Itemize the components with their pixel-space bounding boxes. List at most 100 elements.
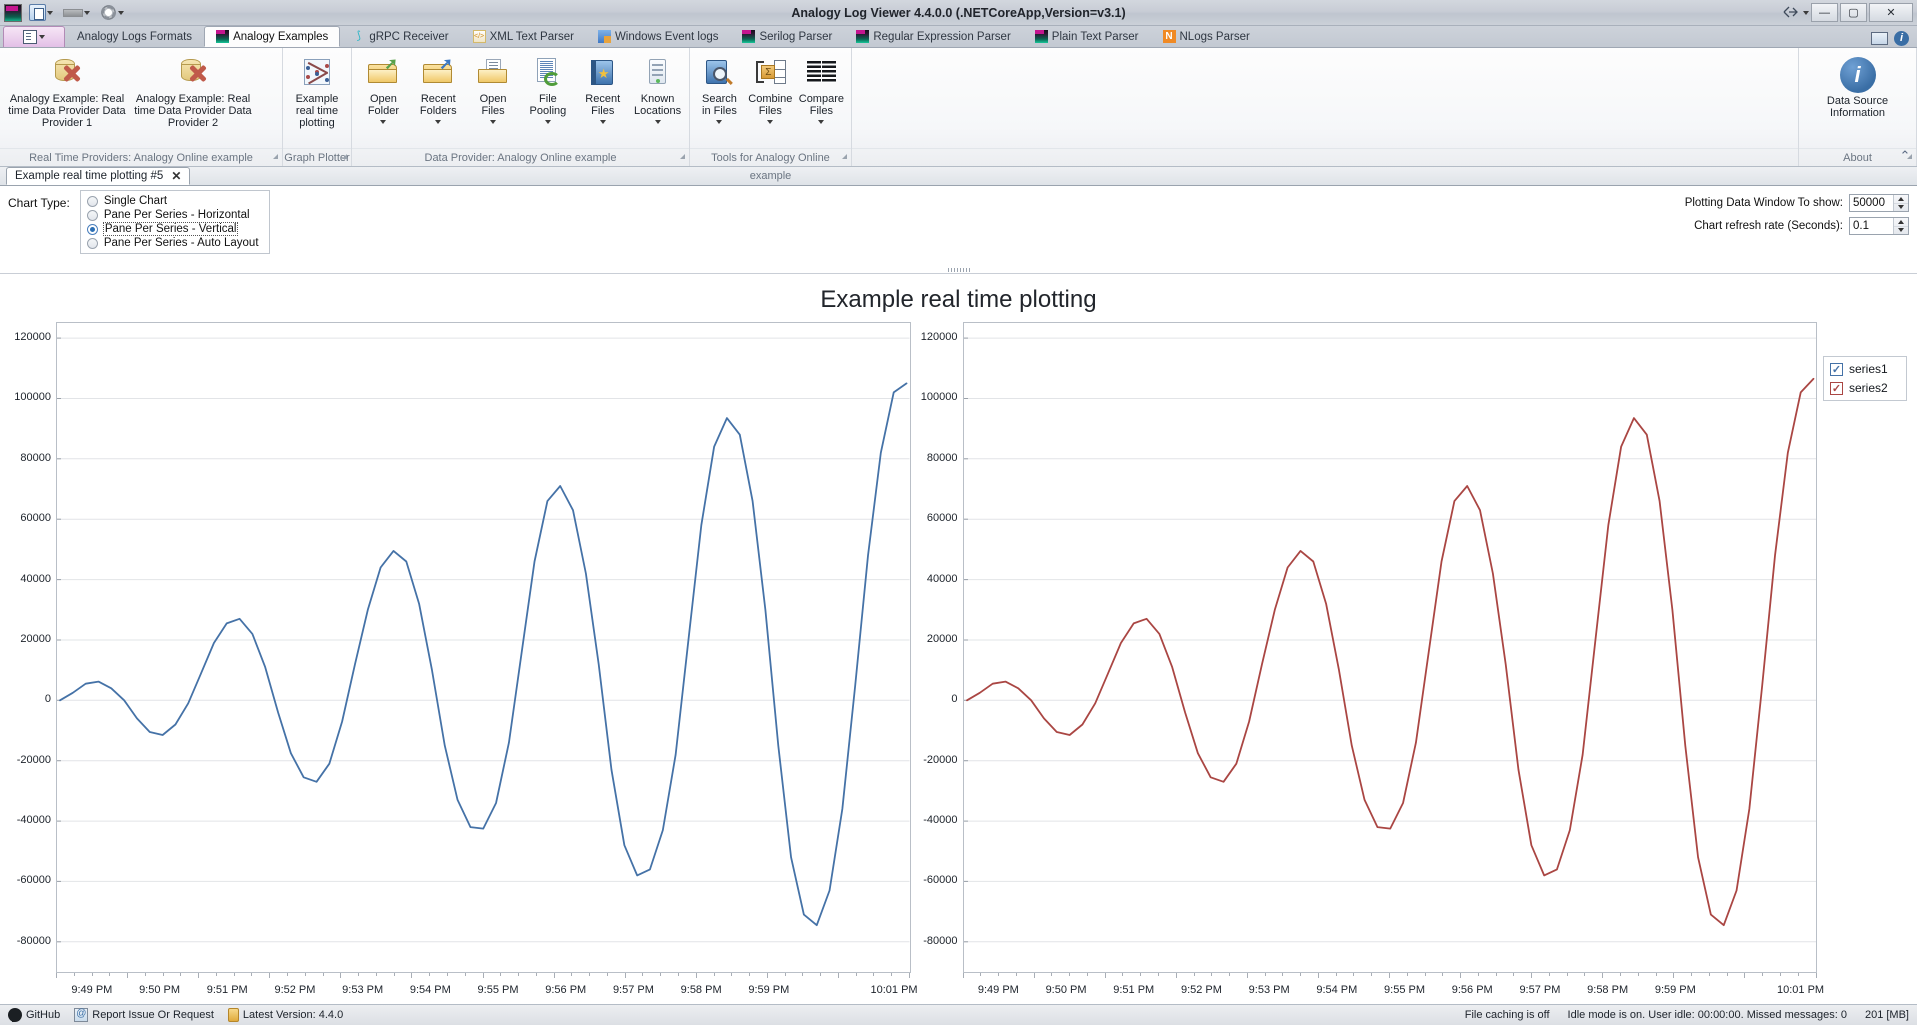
scatter-plot-icon xyxy=(299,57,335,91)
y-axis-tick-label: 60000 xyxy=(20,512,51,524)
x-axis-tick xyxy=(1780,973,1781,976)
refresh-rate-stepper[interactable] xyxy=(1849,217,1909,235)
x-axis-tick xyxy=(447,973,448,976)
ribbon-tab-nlogs-parser[interactable]: N NLogs Parser xyxy=(1151,26,1262,47)
button-real-time-data-provider-2[interactable]: Analogy Example: Real time Data Provider… xyxy=(130,52,256,134)
stepper-up-button[interactable] xyxy=(1894,218,1908,227)
chevron-down-icon[interactable] xyxy=(1803,11,1809,15)
analogy-logo-icon xyxy=(856,30,869,43)
open-files-icon xyxy=(475,57,511,91)
close-button[interactable]: ✕ xyxy=(1869,3,1913,22)
chart-pane-series2: 120000100000800006000040000200000-20000-… xyxy=(911,322,1818,1004)
button-search-in-files[interactable]: Search in Files xyxy=(694,52,745,129)
ribbon-tab-serilog-parser[interactable]: Serilog Parser xyxy=(730,26,844,47)
dialog-launcher-icon[interactable] xyxy=(342,154,347,159)
stepper-down-button[interactable] xyxy=(1894,204,1908,212)
plotting-window-input[interactable] xyxy=(1850,195,1893,211)
ribbon-tab-regular-expression-parser[interactable]: Regular Expression Parser xyxy=(844,26,1022,47)
chevron-down-icon[interactable] xyxy=(716,120,722,124)
new-document-button[interactable] xyxy=(26,2,56,24)
checkbox-icon[interactable]: ✓ xyxy=(1830,363,1843,376)
radio-pane-per-series-vertical[interactable]: Pane Per Series - Vertical xyxy=(87,223,259,235)
ribbon-tab-xml-text-parser[interactable]: </> XML Text Parser xyxy=(461,26,586,47)
refresh-rate-input[interactable] xyxy=(1850,218,1893,234)
document-tab-bar: Example real time plotting #5 ✕ xyxy=(0,167,1917,186)
dialog-launcher-icon[interactable] xyxy=(273,154,278,159)
chevron-down-icon[interactable] xyxy=(818,120,824,124)
button-combine-files[interactable]: Σ Combine Files xyxy=(745,52,796,129)
radio-pane-per-series-auto-layout[interactable]: Pane Per Series - Auto Layout xyxy=(87,237,259,249)
radio-pane-per-series-horizontal[interactable]: Pane Per Series - Horizontal xyxy=(87,209,259,221)
close-icon[interactable]: ✕ xyxy=(171,169,181,183)
button-example-real-time-plotting[interactable]: Example real time plotting xyxy=(287,52,347,134)
ribbon-group-label: Tools for Analogy Online example xyxy=(690,148,851,166)
gear-icon xyxy=(100,4,117,21)
x-axis-tick xyxy=(1087,973,1088,976)
chevron-down-icon[interactable] xyxy=(655,120,661,124)
grid-view-icon[interactable] xyxy=(1871,32,1888,45)
chevron-down-icon[interactable] xyxy=(767,120,773,124)
chevron-down-icon[interactable] xyxy=(600,120,606,124)
help-icon[interactable] xyxy=(1779,4,1801,22)
minimize-button[interactable]: — xyxy=(1811,3,1838,22)
radio-single-chart[interactable]: Single Chart xyxy=(87,195,259,207)
x-axis-tick xyxy=(731,973,732,976)
ribbon-group-label-text: Graph Plotter xyxy=(284,152,349,164)
info-icon[interactable]: i xyxy=(1894,31,1909,46)
button-compare-files[interactable]: Compare Files xyxy=(796,52,847,129)
maximize-button[interactable]: ▢ xyxy=(1840,3,1867,22)
ribbon-tab-analogy-examples[interactable]: Analogy Examples xyxy=(204,26,340,47)
x-axis-tick xyxy=(1762,973,1763,976)
chevron-down-icon[interactable] xyxy=(47,11,53,15)
x-axis-tick xyxy=(1425,973,1426,976)
x-axis-tick-label: 9:53 PM xyxy=(1249,984,1290,996)
x-axis-tick xyxy=(1478,973,1479,976)
dialog-launcher-icon[interactable] xyxy=(842,154,847,159)
status-github-link[interactable]: GitHub xyxy=(8,1008,60,1022)
button-recent-files[interactable]: ★ Recent Files xyxy=(575,52,630,129)
button-open-files[interactable]: Open Files xyxy=(466,52,521,129)
status-latest-version[interactable]: Latest Version: 4.4.0 xyxy=(228,1008,343,1022)
x-axis-tick-label: 9:53 PM xyxy=(342,984,383,996)
stepper-up-button[interactable] xyxy=(1894,195,1908,204)
dialog-launcher-icon[interactable] xyxy=(680,154,685,159)
document-tab-example-real-time-plotting[interactable]: Example real time plotting #5 ✕ xyxy=(6,167,190,185)
checkbox-icon[interactable]: ✓ xyxy=(1830,382,1843,395)
x-axis-tick xyxy=(660,973,661,976)
button-file-pooling[interactable]: File Pooling xyxy=(520,52,575,129)
grpc-icon: ⟆ xyxy=(352,30,365,43)
chevron-down-icon[interactable] xyxy=(84,11,90,15)
ribbon-tab-windows-event-logs[interactable]: Windows Event logs xyxy=(586,26,731,47)
button-real-time-data-provider-1[interactable]: Analogy Example: Real time Data Provider… xyxy=(4,52,130,134)
chevron-down-icon[interactable] xyxy=(118,11,124,15)
chevron-down-icon[interactable] xyxy=(490,120,496,124)
panel-resize-grip[interactable] xyxy=(948,268,970,272)
ribbon-tab-analogy-logs-formats[interactable]: Analogy Logs Formats xyxy=(65,26,204,47)
status-report-issue-link[interactable]: Report Issue Or Request xyxy=(74,1008,214,1022)
ribbon-tab-plain-text-parser[interactable]: Plain Text Parser xyxy=(1023,26,1151,47)
x-axis-tick xyxy=(607,973,608,976)
legend-item-series2[interactable]: ✓ series2 xyxy=(1830,381,1900,395)
chevron-down-icon[interactable] xyxy=(545,120,551,124)
plotting-window-stepper[interactable] xyxy=(1849,194,1909,212)
settings-button[interactable] xyxy=(97,2,127,24)
chevron-down-icon[interactable] xyxy=(435,120,441,124)
status-file-caching: File caching is off xyxy=(1465,1009,1550,1021)
toolbar-style-button[interactable] xyxy=(60,2,93,24)
stepper-buttons xyxy=(1893,195,1908,211)
x-axis-tick xyxy=(251,973,252,976)
stepper-down-button[interactable] xyxy=(1894,227,1908,235)
button-data-source-information[interactable]: i Data Source Information xyxy=(1808,52,1908,124)
button-open-folder[interactable]: ➚ Open Folder xyxy=(356,52,411,129)
chevron-down-icon[interactable] xyxy=(380,120,386,124)
application-menu-button[interactable] xyxy=(3,26,65,47)
x-axis-tick-label: 9:55 PM xyxy=(1384,984,1425,996)
legend-item-series1[interactable]: ✓ series1 xyxy=(1830,362,1900,376)
plot-area-series1[interactable] xyxy=(56,322,911,973)
button-known-locations[interactable]: Known Locations xyxy=(630,52,685,129)
ribbon-tab-grpc-receiver[interactable]: ⟆ gRPC Receiver xyxy=(340,26,460,47)
button-recent-folders[interactable]: ➚ Recent Folders xyxy=(411,52,466,129)
x-axis-tick xyxy=(216,973,217,976)
collapse-ribbon-icon[interactable]: ⌃ xyxy=(1897,148,1913,164)
plot-area-series2[interactable] xyxy=(963,322,1818,973)
